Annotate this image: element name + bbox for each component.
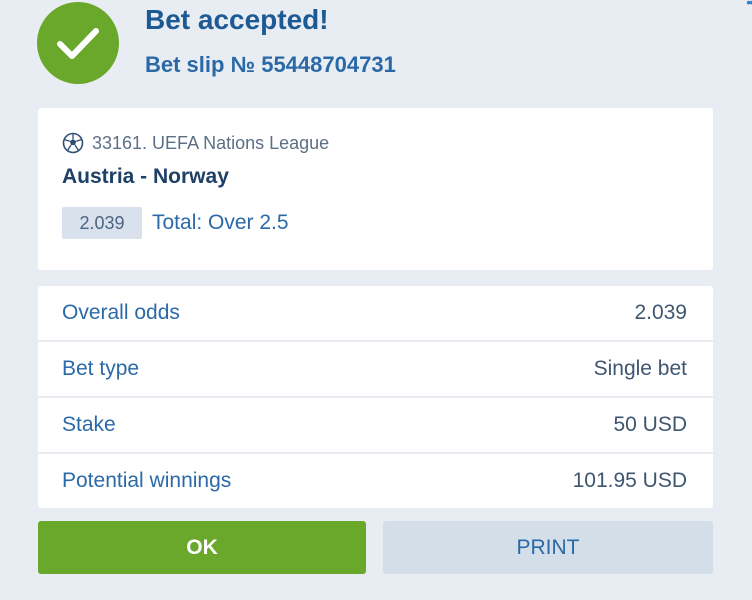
detail-label: Stake [62,413,116,436]
soccer-ball-icon [62,132,84,154]
league-name: 33161. UEFA Nations League [92,132,330,153]
detail-value: 2.039 [634,301,687,324]
detail-value: 50 USD [613,413,687,436]
detail-value: Single bet [593,357,687,380]
bet-details-table: Overall odds 2.039 Bet type Single bet S… [38,286,713,508]
detail-label: Potential winnings [62,469,232,492]
detail-row-overall-odds: Overall odds 2.039 [38,286,713,342]
print-button[interactable]: PRINT [383,521,713,574]
detail-row-bet-type: Bet type Single bet [38,342,713,398]
success-check-icon [37,2,119,84]
event-card: 33161. UEFA Nations League Austria - Nor… [38,108,713,270]
detail-row-potential-winnings: Potential winnings 101.95 USD [38,454,713,508]
bet-slip-number: Bet slip № 55448704731 [145,52,396,77]
ok-button[interactable]: OK [38,521,366,574]
detail-row-stake: Stake 50 USD [38,398,713,454]
league-line: 33161. UEFA Nations League [62,132,329,154]
detail-label: Bet type [62,357,140,380]
page-title: Bet accepted! [145,4,329,35]
detail-value: 101.95 USD [572,469,687,492]
match-name: Austria - Norway [62,165,229,188]
selection-row: 2.039 Total: Over 2.5 [62,207,289,239]
corner-icon: •• [746,0,752,10]
odds-badge: 2.039 [62,207,142,239]
market-label: Total: Over 2.5 [152,211,289,234]
detail-label: Overall odds [62,301,180,324]
